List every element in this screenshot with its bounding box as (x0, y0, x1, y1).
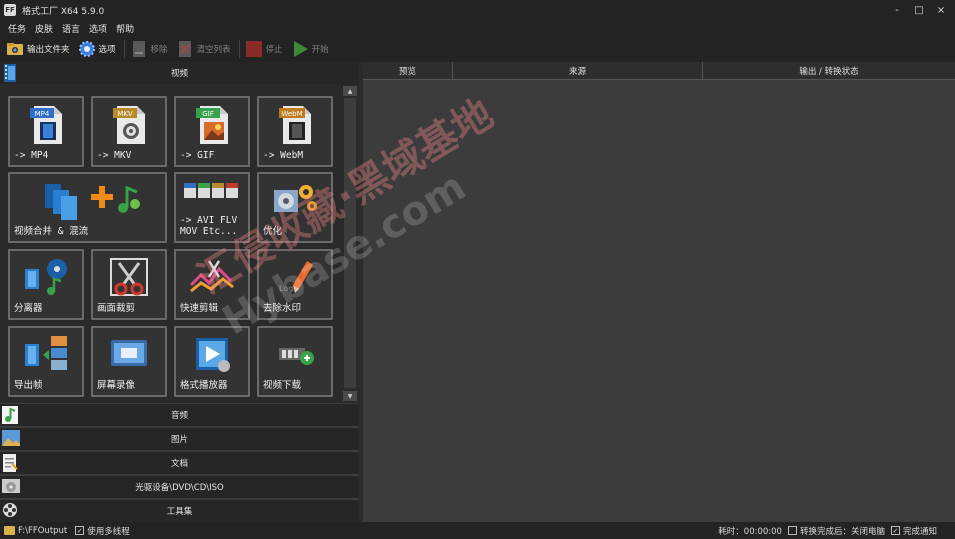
category-document[interactable]: 文档 (0, 451, 359, 475)
video-scrollbar[interactable]: ▲ ▼ (343, 84, 357, 403)
music-note-icon (2, 406, 20, 424)
maximize-button[interactable]: □ (911, 3, 927, 17)
column-preview[interactable]: 预览 (363, 62, 453, 80)
tile-crop[interactable]: 画面裁剪 (91, 249, 167, 320)
category-list: 音频 图片 文档 光驱设备\DVD\CD\ISO 工具集 (0, 403, 359, 523)
tile-to-mp4[interactable]: MP4 -> MP4 (8, 96, 84, 167)
gear-icon (78, 40, 96, 58)
notify-label: 完成通知 (902, 526, 937, 537)
tile-remove-watermark[interactable]: Logo 去除水印 (257, 249, 333, 320)
multithread-checkbox[interactable]: ✓ (75, 526, 85, 535)
webm-file-icon: WebM (259, 102, 331, 146)
mkv-file-icon: MKV (93, 102, 165, 146)
picture-icon (2, 430, 20, 448)
folder-icon (4, 526, 15, 535)
remove-button[interactable]: 移除 (130, 38, 168, 60)
category-video[interactable]: 视频 (0, 62, 359, 85)
tile-to-webm[interactable]: WebM -> WebM (257, 96, 333, 167)
video-download-icon (259, 332, 331, 376)
title-bar: FF 格式工厂 X64 5.9.0 - □ × (0, 0, 955, 20)
menu-bar: 任务 皮肤 语言 选项 帮助 (0, 20, 955, 36)
svg-text:MP4: MP4 (35, 110, 50, 118)
menu-language[interactable]: 语言 (62, 22, 80, 35)
category-audio[interactable]: 音频 (0, 403, 359, 427)
start-button[interactable]: 开始 (291, 38, 329, 60)
quick-clip-icon (176, 255, 248, 299)
category-panel: 视频 MP4 -> MP4 MKV -> MKV GIF -> GIF WebM… (0, 62, 359, 523)
gif-file-icon: GIF (176, 102, 248, 146)
player-icon (176, 332, 248, 376)
export-frames-icon (10, 332, 82, 376)
category-tools[interactable]: 工具集 (0, 499, 359, 523)
tile-to-mkv[interactable]: MKV -> MKV (91, 96, 167, 167)
menu-options[interactable]: 选项 (89, 22, 107, 35)
demuxer-icon (10, 255, 82, 299)
column-source[interactable]: 来源 (453, 62, 703, 80)
stop-button[interactable]: 停止 (245, 38, 283, 60)
svg-text:MKV: MKV (117, 110, 133, 118)
tile-export-frames[interactable]: 导出帧 (8, 326, 84, 397)
after-convert-label: 转换完成后：关闭电脑 (799, 526, 885, 537)
toolbar-separator (123, 40, 125, 58)
minimize-button[interactable]: - (889, 3, 905, 17)
tile-demuxer[interactable]: 分离器 (8, 249, 84, 320)
menu-help[interactable]: 帮助 (116, 22, 134, 35)
multithread-label: 使用多线程 (87, 526, 130, 537)
column-output-status[interactable]: 输出 / 转换状态 (703, 62, 955, 80)
tile-quick-clip[interactable]: 快速剪辑 (174, 249, 250, 320)
tile-player[interactable]: 格式播放器 (174, 326, 250, 397)
other-formats-icon (176, 178, 248, 202)
toolbar-separator (238, 40, 240, 58)
play-icon (291, 40, 309, 58)
category-rom-device[interactable]: 光驱设备\DVD\CD\ISO (0, 475, 359, 499)
close-button[interactable]: × (933, 3, 949, 17)
optimize-icon (259, 178, 331, 222)
scroll-up-arrow-icon[interactable]: ▲ (343, 86, 357, 96)
status-bar: F:\FFOutput ✓ 使用多线程 耗时：00:00:00 转换完成后：关闭… (0, 522, 955, 539)
output-folder-button[interactable]: 输出文件夹 (6, 38, 70, 60)
video-tools-area: MP4 -> MP4 MKV -> MKV GIF -> GIF WebM ->… (0, 84, 359, 403)
format-factory-icon: FF (4, 4, 16, 16)
folder-icon (6, 40, 24, 58)
output-path[interactable]: F:\FFOutput (18, 526, 67, 536)
notify-checkbox[interactable]: ✓ (890, 526, 900, 535)
elapsed-time: 耗时：00:00:00 (718, 526, 782, 537)
window-title: 格式工厂 X64 5.9.0 (22, 6, 105, 17)
task-list-panel[interactable]: 预览 来源 输出 / 转换状态 (363, 62, 955, 522)
options-button[interactable]: 选项 (78, 38, 116, 60)
svg-text:GIF: GIF (202, 110, 214, 118)
menu-task[interactable]: 任务 (8, 22, 26, 35)
remove-watermark-icon: Logo (259, 255, 331, 299)
screen-record-icon (93, 332, 165, 376)
mp4-file-icon: MP4 (10, 102, 82, 146)
stop-icon (245, 40, 263, 58)
tile-to-gif[interactable]: GIF -> GIF (174, 96, 250, 167)
tile-optimize[interactable]: 优化 (257, 172, 333, 243)
task-list-header: 预览 来源 输出 / 转换状态 (363, 62, 955, 80)
menu-skin[interactable]: 皮肤 (35, 22, 53, 35)
film-strip-icon (2, 64, 20, 82)
scroll-thumb[interactable] (344, 98, 356, 388)
after-convert-checkbox[interactable] (787, 526, 797, 535)
category-image[interactable]: 图片 (0, 427, 359, 451)
video-merge-icon (10, 178, 165, 222)
tile-other-formats[interactable]: -> AVI FLV MOV Etc... (174, 172, 250, 243)
clear-list-icon (176, 40, 194, 58)
toolbar: 输出文件夹 选项 移除 清空列表 停止 开始 (0, 36, 955, 62)
tile-video-merge[interactable]: 视频合并 & 混流 (8, 172, 167, 243)
document-remove-icon (130, 40, 148, 58)
tile-screen-record[interactable]: 屏幕录像 (91, 326, 167, 397)
svg-text:WebM: WebM (281, 110, 302, 118)
tile-video-download[interactable]: 视频下载 (257, 326, 333, 397)
film-reel-icon (2, 502, 20, 520)
optical-drive-icon (2, 478, 20, 496)
clear-list-button[interactable]: 清空列表 (176, 38, 231, 60)
scroll-down-arrow-icon[interactable]: ▼ (343, 391, 357, 401)
crop-icon (93, 255, 165, 299)
video-tools-grid: MP4 -> MP4 MKV -> MKV GIF -> GIF WebM ->… (8, 96, 338, 401)
document-icon (2, 454, 20, 472)
